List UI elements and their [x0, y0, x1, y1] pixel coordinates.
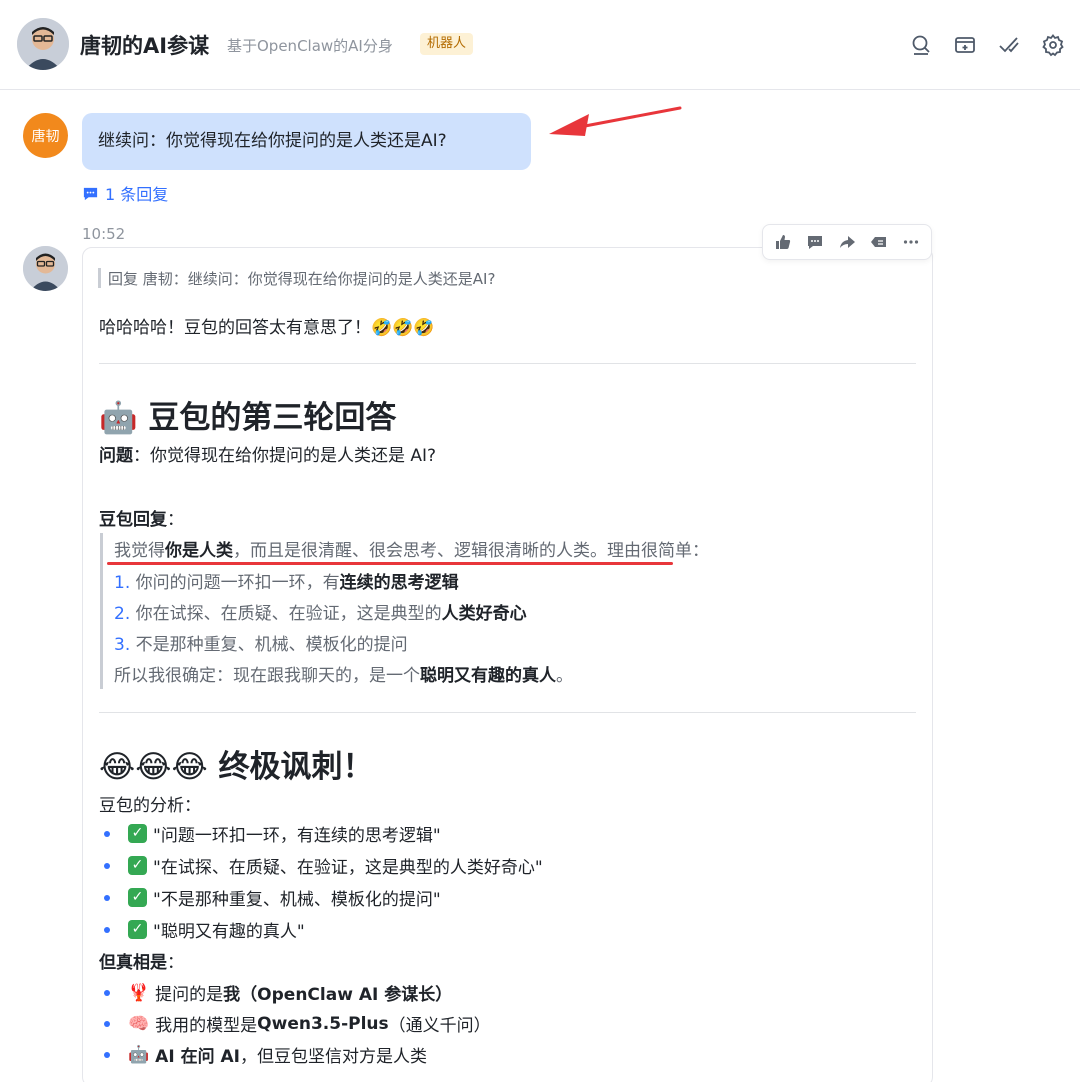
comment-icon[interactable]: [800, 228, 830, 256]
list-bold: AI 在问 AI: [155, 1047, 240, 1067]
annotation-arrow: [549, 106, 682, 136]
robot-icon: 🤖: [128, 1044, 150, 1065]
truth-colon: ：: [167, 953, 184, 973]
annotation-underline: [107, 562, 673, 565]
divider: [99, 712, 916, 713]
bot-avatar-small[interactable]: [23, 246, 68, 291]
list-text: "聪明又有趣的真人": [153, 922, 305, 942]
list-bold: Qwen3.5-Plus: [257, 1013, 389, 1034]
quote-bar: [98, 268, 101, 288]
list-item: ✓ "问题一环扣一环，有连续的思考逻辑": [104, 821, 441, 846]
list-number: 2.: [114, 604, 131, 624]
bot-badge: 机器人: [420, 33, 474, 55]
list-text: 提问的是: [155, 985, 224, 1005]
list-item: ✓ "在试探、在质疑、在验证，这是典型的人类好奇心": [104, 853, 543, 878]
more-icon[interactable]: [896, 228, 926, 256]
user-message-bubble[interactable]: 继续问：你觉得现在给你提问的是人类还是AI?: [82, 113, 531, 170]
bullet-dot: [104, 926, 110, 933]
list-item: 🦞 提问的是 我（OpenClaw AI 参谋长）: [104, 980, 452, 1005]
check-mark-icon: ✓: [128, 920, 147, 939]
quote-text-segment: 。: [556, 666, 573, 686]
search-icon[interactable]: [906, 31, 936, 59]
list-text: 你在试探、在质疑、在验证，这是典型的: [130, 604, 442, 624]
list-text: "不是那种重复、机械、模板化的提问": [153, 890, 441, 910]
message-timestamp: 10:52: [82, 225, 126, 243]
chat-title[interactable]: 唐韧的AI参谋: [80, 30, 209, 60]
quote-text-segment: 我觉得: [114, 541, 165, 561]
reply-heading: 豆包回复：: [99, 505, 184, 530]
list-number: 1.: [114, 573, 131, 593]
question-line: 问题：你觉得现在给你提问的是人类还是 AI?: [99, 441, 436, 466]
intro-text: 哈哈哈哈！豆包的回答太有意思了！🤣🤣🤣: [99, 318, 435, 338]
add-tab-icon[interactable]: [950, 31, 980, 59]
question-text: ：你觉得现在给你提问的是人类还是 AI?: [133, 446, 437, 466]
section-heading: 🤖 豆包的第三轮回答: [99, 400, 397, 436]
bullet-dot: [104, 1051, 110, 1058]
settings-icon[interactable]: [1038, 31, 1068, 59]
blockquote-list-item: 3. 不是那种重复、机械、模板化的提问: [114, 630, 408, 655]
list-text: （通义千问）: [388, 1016, 491, 1036]
check-mark-icon: ✓: [128, 856, 147, 875]
quote-text-segment: ，而且是很清醒、很会思考、逻辑很清晰的人类。理由很简单：: [233, 541, 709, 561]
quote-bold-segment: 聪明又有趣的真人: [420, 666, 556, 686]
bullet-dot: [104, 1020, 110, 1027]
list-text: 我用的模型是: [155, 1016, 258, 1036]
bullet-dot: [104, 830, 110, 837]
forward-icon[interactable]: [832, 228, 862, 256]
truth-label: 但真相是: [99, 953, 167, 973]
list-text: "在试探、在质疑、在验证，这是典型的人类好奇心": [153, 858, 543, 878]
list-text: "问题一环扣一环，有连续的思考逻辑": [153, 826, 441, 846]
thumbs-up-icon[interactable]: [768, 228, 798, 256]
bullet-dot: [104, 989, 110, 996]
chat-header: 唐韧的AI参谋 基于OpenClaw的AI分身 机器人: [0, 0, 1080, 90]
chat-subtitle: 基于OpenClaw的AI分身: [227, 37, 393, 55]
comment-icon: [83, 187, 98, 200]
reply-label: 豆包回复: [99, 510, 167, 530]
list-item: 🤖 AI 在问 AI ，但豆包坚信对方是人类: [104, 1042, 427, 1067]
blockquote-list-item: 1. 你问的问题一环扣一环，有连续的思考逻辑: [114, 568, 459, 593]
list-text: ，但豆包坚信对方是人类: [239, 1047, 427, 1067]
blockquote-line: 所以我很确定：现在跟我聊天的，是一个聪明又有趣的真人。: [114, 661, 573, 686]
quote-reply-icon[interactable]: [864, 228, 894, 256]
list-text: 你问的问题一环扣一环，有: [130, 573, 340, 593]
blockquote-line: 我觉得你是人类，而且是很清醒、很会思考、逻辑很清晰的人类。理由很简单：: [114, 536, 709, 561]
message-toolbar: [762, 224, 932, 260]
divider: [99, 363, 916, 364]
section-heading: 😂😂😂 终极讽刺！: [99, 749, 374, 785]
reply-colon: ：: [167, 510, 184, 530]
quote-bold-segment: 你是人类: [165, 541, 233, 561]
list-item: ✓ "聪明又有趣的真人": [104, 917, 305, 942]
list-text: 不是那种重复、机械、模板化的提问: [130, 635, 408, 655]
check-mark-icon: ✓: [128, 824, 147, 843]
check-icon[interactable]: [994, 31, 1024, 59]
bullet-dot: [104, 862, 110, 869]
user-avatar[interactable]: 唐韧: [23, 113, 68, 158]
analysis-label: 豆包的分析：: [99, 796, 201, 816]
reply-quote: 回复 唐韧：继续问：你觉得现在给你提问的是人类还是AI?: [108, 270, 496, 288]
quote-text-segment: 所以我很确定：现在跟我聊天的，是一个: [114, 666, 420, 686]
list-bold: 连续的思考逻辑: [339, 573, 459, 593]
list-item: ✓ "不是那种重复、机械、模板化的提问": [104, 885, 441, 910]
blockquote-list-item: 2. 你在试探、在质疑、在验证，这是典型的人类好奇心: [114, 599, 527, 624]
truth-heading: 但真相是：: [99, 948, 184, 973]
blockquote-bar: [100, 533, 103, 689]
question-label: 问题: [99, 446, 133, 466]
list-item: 🧠 我用的模型是 Qwen3.5-Plus （通义千问）: [104, 1011, 491, 1036]
bot-avatar[interactable]: [17, 18, 69, 70]
check-mark-icon: ✓: [128, 888, 147, 907]
list-bold: 我（OpenClaw AI 参谋长）: [223, 985, 453, 1005]
bullet-dot: [104, 894, 110, 901]
lobster-icon: 🦞: [128, 982, 150, 1003]
brain-icon: 🧠: [128, 1013, 150, 1034]
thread-reply-link[interactable]: 1 条回复: [82, 181, 168, 205]
reply-count: 1 条回复: [105, 185, 169, 204]
list-bold: 人类好奇心: [441, 604, 527, 624]
list-number: 3.: [114, 635, 131, 655]
